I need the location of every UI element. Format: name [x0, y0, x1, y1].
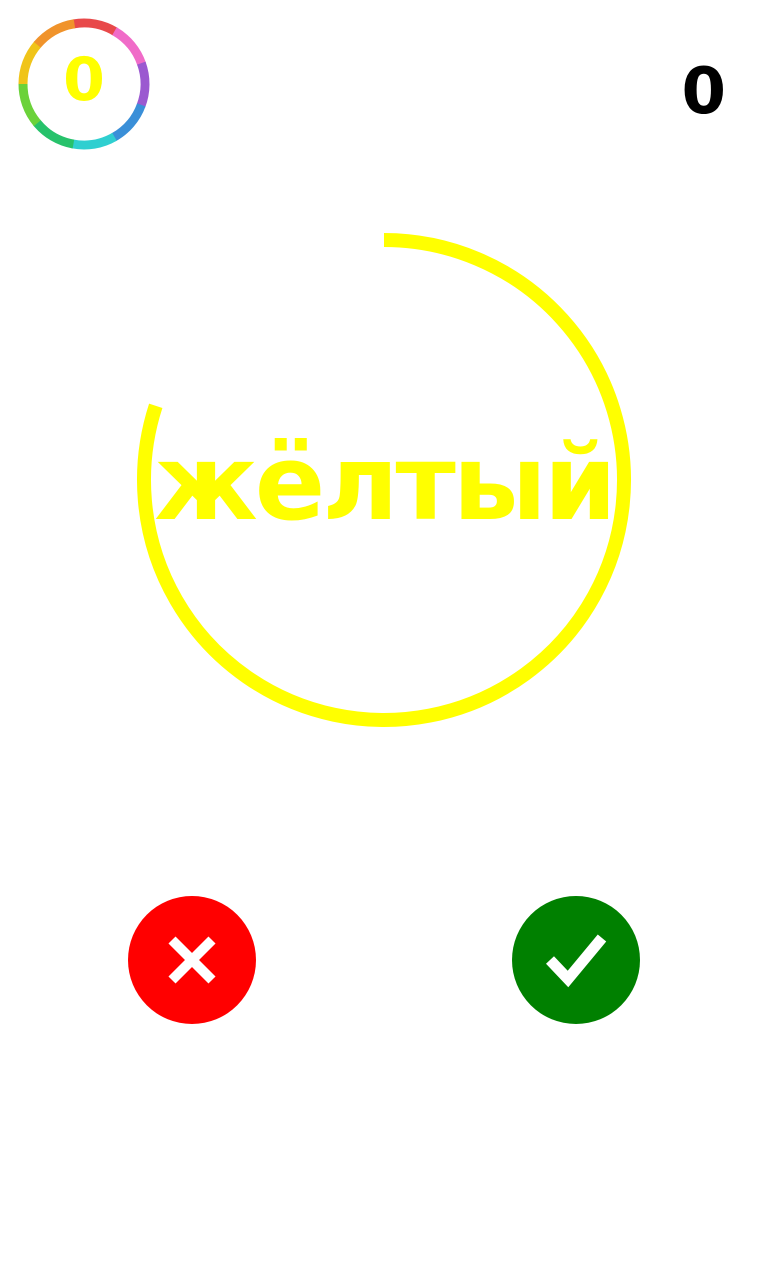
correct-answer-button[interactable] — [512, 896, 640, 1024]
game-screen: 0 0 жёлтый — [0, 0, 768, 1280]
wrong-answer-button[interactable] — [128, 896, 256, 1024]
correct-button-background — [512, 896, 640, 1024]
color-word: жёлтый — [154, 422, 616, 544]
timer-ring — [137, 233, 631, 727]
